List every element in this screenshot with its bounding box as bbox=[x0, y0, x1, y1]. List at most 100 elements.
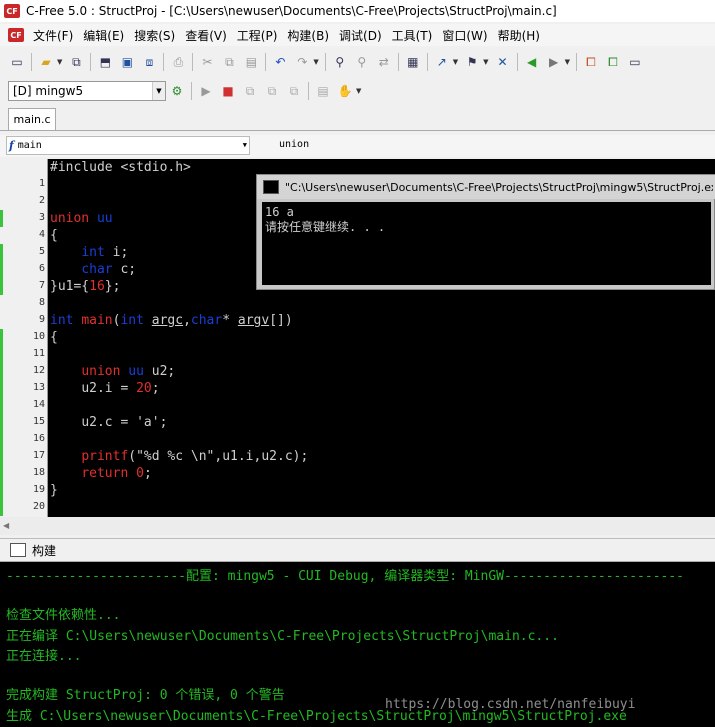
scroll-left-icon[interactable]: ◀ bbox=[3, 521, 9, 530]
open-dropdown-icon[interactable]: ▼ bbox=[57, 58, 62, 66]
toolbar-separator bbox=[308, 82, 309, 100]
toolbar-separator bbox=[191, 82, 192, 100]
build-line: 完成构建 StructProj: 0 个错误, 0 个警告 bbox=[6, 688, 285, 703]
code-token: { bbox=[50, 330, 58, 345]
compiler-select-value: [D] mingw5 bbox=[13, 84, 84, 98]
console-window[interactable]: "C:\Users\newuser\Documents\C-Free\Proje… bbox=[256, 174, 715, 290]
code-line: u2.c = 'a'; bbox=[50, 414, 167, 431]
goto-icon[interactable]: ↗ bbox=[433, 53, 451, 71]
paste-icon[interactable]: ▤ bbox=[242, 53, 260, 71]
code-token: []) bbox=[269, 313, 293, 328]
save-project-icon[interactable]: ⬒ bbox=[96, 53, 114, 71]
menu-view[interactable]: 查看(V) bbox=[180, 27, 232, 44]
debug-dropdown-icon[interactable]: ▼ bbox=[356, 87, 361, 95]
compiler-select[interactable]: [D] mingw5 ▼ bbox=[8, 81, 166, 101]
console-line: 16 a bbox=[265, 205, 294, 219]
line-number: 18 bbox=[32, 467, 45, 478]
build-line: 正在编译 C:\Users\newuser\Documents\C-Free\P… bbox=[6, 629, 559, 644]
compile-icon[interactable]: ⧉ bbox=[241, 82, 259, 100]
tab-main-c[interactable]: main.c bbox=[8, 108, 56, 130]
menu-help[interactable]: 帮助(H) bbox=[493, 27, 545, 44]
app-logo-icon: CF bbox=[4, 4, 20, 18]
menu-tools[interactable]: 工具(T) bbox=[387, 27, 438, 44]
code-line: int main(int argc,char* argv[]) bbox=[50, 312, 293, 329]
find-next-icon[interactable]: ⚲ bbox=[353, 53, 371, 71]
menu-project[interactable]: 工程(P) bbox=[232, 27, 283, 44]
compiler-settings-icon[interactable]: ⚙ bbox=[168, 82, 186, 100]
run-icon[interactable]: ▶ bbox=[197, 82, 215, 100]
line-number: 16 bbox=[32, 433, 45, 444]
save-icon[interactable]: ▣ bbox=[118, 53, 136, 71]
code-token: main bbox=[81, 313, 113, 328]
build-panel-title: 构建 bbox=[32, 543, 57, 558]
code-line: { bbox=[50, 227, 58, 244]
horizontal-scrollbar[interactable]: ◀ bbox=[0, 517, 715, 535]
toolbar-separator bbox=[265, 53, 267, 71]
line-number: 13 bbox=[32, 382, 45, 393]
save-all-icon[interactable]: ⧈ bbox=[140, 53, 158, 71]
editor-tab-bar: main.c bbox=[0, 106, 715, 131]
prev-bookmark-icon[interactable]: ⧠ bbox=[582, 53, 600, 71]
build-toolbar: [D] mingw5 ▼ ⚙ ▶ ■ ⧉ ⧉ ⧉ ▤ ✋ ▼ bbox=[0, 77, 715, 105]
open-folder-icon[interactable]: ▰ bbox=[37, 53, 55, 71]
code-token: }u1={ bbox=[50, 279, 90, 294]
code-token: uu bbox=[96, 211, 113, 226]
line-number: 8 bbox=[38, 297, 45, 308]
back-arrow-icon[interactable]: ◀ bbox=[523, 53, 541, 71]
forward-arrow-icon[interactable]: ▶ bbox=[545, 53, 563, 71]
toggle-bookmark-icon[interactable]: ✕ bbox=[494, 53, 512, 71]
line-number-gutter: 1 2 3 4 5 6 7 8 9 10 11 12 13 14 15 16 1… bbox=[0, 159, 48, 529]
copy-icon[interactable]: ⧉ bbox=[220, 53, 238, 71]
line-number: 20 bbox=[32, 501, 45, 512]
replace-icon[interactable]: ⇄ bbox=[375, 53, 393, 71]
forward-dropdown-icon[interactable]: ▼ bbox=[565, 58, 570, 66]
find-icon[interactable]: ⚲ bbox=[331, 53, 349, 71]
console-title-bar[interactable]: "C:\Users\newuser\Documents\C-Free\Proje… bbox=[257, 175, 715, 199]
toolbar-separator bbox=[31, 53, 32, 71]
menu-window[interactable]: 窗口(W) bbox=[437, 27, 492, 44]
hand-icon[interactable]: ✋ bbox=[336, 82, 354, 100]
redo-dropdown-icon[interactable]: ▼ bbox=[313, 58, 318, 66]
menu-debug[interactable]: 调试(D) bbox=[334, 27, 387, 44]
chevron-down-icon[interactable]: ▼ bbox=[152, 82, 165, 100]
code-line: u2.i = 20; bbox=[50, 380, 159, 397]
code-token: , bbox=[183, 313, 191, 328]
code-line: printf("%d %c \n",u1.i,u2.c); bbox=[50, 448, 308, 465]
redo-icon[interactable]: ↷ bbox=[293, 53, 311, 71]
goto-dropdown-icon[interactable]: ▼ bbox=[453, 58, 458, 66]
menu-file[interactable]: 文件(F) bbox=[28, 27, 78, 44]
code-token: #include <stdio.h> bbox=[50, 160, 191, 175]
menu-edit[interactable]: 编辑(E) bbox=[78, 27, 129, 44]
code-token: union bbox=[50, 211, 90, 226]
undo-icon[interactable]: ↶ bbox=[271, 53, 289, 71]
code-line: { bbox=[50, 329, 58, 346]
find-in-files-icon[interactable]: ▦ bbox=[404, 53, 422, 71]
code-token: 16 bbox=[89, 279, 105, 294]
code-token: ("%d %c \n",u1.i,u2.c); bbox=[128, 449, 309, 464]
next-bookmark-icon[interactable]: ⧠ bbox=[604, 53, 622, 71]
menu-build[interactable]: 构建(B) bbox=[282, 27, 334, 44]
build-icon[interactable]: ⧉ bbox=[263, 82, 281, 100]
chevron-down-icon[interactable]: ▼ bbox=[243, 137, 247, 154]
clear-bookmarks-icon[interactable]: ▭ bbox=[626, 53, 644, 71]
print-icon[interactable]: ⎙ bbox=[169, 53, 187, 71]
line-number: 14 bbox=[32, 399, 45, 410]
code-line: #include <stdio.h> bbox=[50, 159, 191, 176]
new-file-icon[interactable]: ▭ bbox=[8, 53, 26, 71]
code-token: int bbox=[81, 245, 105, 260]
debug-icon[interactable]: ▤ bbox=[314, 82, 332, 100]
menu-search[interactable]: 搜索(S) bbox=[129, 27, 180, 44]
code-token: u2.i = bbox=[81, 381, 137, 396]
bookmark-icon[interactable]: ⚑ bbox=[463, 53, 481, 71]
function-select[interactable]: f main ▼ bbox=[6, 136, 250, 155]
cut-icon[interactable]: ✂ bbox=[198, 53, 216, 71]
bookmark-dropdown-icon[interactable]: ▼ bbox=[483, 58, 488, 66]
stop-icon[interactable]: ■ bbox=[219, 82, 237, 100]
toolbar-separator bbox=[90, 53, 92, 71]
open-project-icon[interactable]: ⧉ bbox=[67, 53, 85, 71]
document-menu-icon[interactable]: CF bbox=[8, 28, 24, 42]
build-panel-header: 构建 bbox=[0, 538, 715, 562]
code-token: u2; bbox=[143, 364, 176, 379]
line-number: 3 bbox=[38, 212, 45, 223]
rebuild-icon[interactable]: ⧉ bbox=[285, 82, 303, 100]
